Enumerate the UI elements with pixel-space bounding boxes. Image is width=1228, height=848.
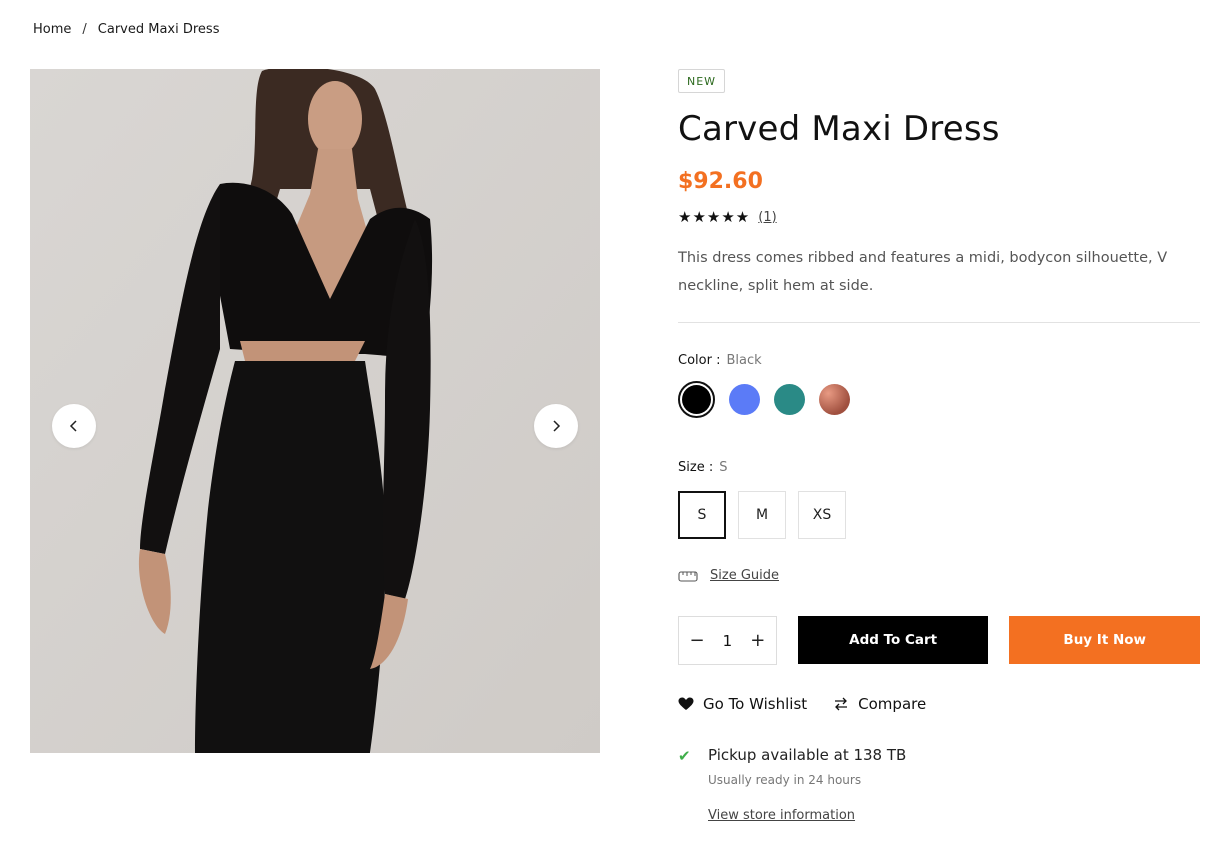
review-count-link[interactable]: (1) [758, 210, 776, 225]
product-info: NEW Carved Maxi Dress $92.60 ★★★★★ (1) T… [678, 69, 1201, 823]
compare-button[interactable]: Compare [833, 695, 926, 713]
pickup-ready-time: Usually ready in 24 hours [708, 773, 862, 787]
breadcrumb: Home / Carved Maxi Dress [33, 22, 219, 37]
checkmark-icon: ✔ [678, 747, 691, 765]
size-option-xs[interactable]: XS [798, 491, 846, 539]
quantity-decrease-button[interactable]: − [687, 630, 707, 651]
star-rating-icon: ★★★★★ [678, 208, 751, 226]
cart-row: − 1 + Add To Cart Buy It Now [678, 616, 1201, 665]
product-title: Carved Maxi Dress [678, 109, 1000, 149]
size-option-m[interactable]: M [738, 491, 786, 539]
product-rating: ★★★★★ (1) [678, 208, 1200, 226]
pickup-info: ✔ Pickup available at 138 TB Usually rea… [678, 746, 1200, 823]
product-description: This dress comes ribbed and features a m… [678, 250, 1168, 294]
quantity-increase-button[interactable]: + [748, 630, 768, 651]
quantity-value[interactable]: 1 [723, 632, 733, 650]
ruler-icon [678, 570, 698, 582]
color-swatch-black[interactable] [678, 381, 715, 418]
size-option-s[interactable]: S [678, 491, 726, 539]
product-price: $92.60 [678, 169, 763, 194]
product-image [30, 69, 600, 753]
buy-now-button[interactable]: Buy It Now [1009, 616, 1201, 664]
breadcrumb-separator: / [82, 22, 87, 37]
new-badge: NEW [678, 69, 726, 93]
wishlist-button[interactable]: Go To Wishlist [678, 695, 807, 713]
breadcrumb-home-link[interactable]: Home [33, 22, 71, 37]
size-guide-link[interactable]: Size Guide [710, 568, 779, 583]
compare-label: Compare [858, 695, 927, 713]
add-to-cart-button[interactable]: Add To Cart [797, 616, 989, 664]
color-swatch-blue[interactable] [729, 384, 760, 415]
divider [678, 322, 1200, 323]
color-label: Color : Black [678, 353, 1200, 368]
product-gallery [30, 69, 600, 753]
color-label-text: Color : [678, 353, 721, 368]
size-guide[interactable]: Size Guide [678, 568, 1200, 583]
size-selected-value: S [719, 460, 728, 475]
view-store-info-link[interactable]: View store information [708, 808, 855, 823]
wishlist-label: Go To Wishlist [703, 695, 808, 713]
chevron-left-icon [69, 420, 77, 432]
compare-arrows-icon [835, 697, 848, 711]
color-selected-value: Black [726, 353, 762, 368]
size-label-text: Size : [678, 460, 714, 475]
gallery-prev-button[interactable] [52, 404, 96, 448]
gallery-next-button[interactable] [534, 404, 578, 448]
color-swatches [678, 381, 1200, 418]
quantity-stepper: − 1 + [678, 616, 777, 665]
breadcrumb-current: Carved Maxi Dress [97, 22, 220, 37]
size-options: S M XS [678, 491, 1200, 539]
pickup-availability: Pickup available at 138 TB [708, 746, 907, 764]
product-actions: Go To Wishlist Compare [678, 695, 1200, 713]
size-label: Size : S [678, 460, 1200, 475]
color-swatch-teal[interactable] [774, 384, 805, 415]
heart-icon [678, 697, 694, 710]
chevron-right-icon [553, 420, 561, 432]
color-swatch-rust[interactable] [819, 384, 850, 415]
